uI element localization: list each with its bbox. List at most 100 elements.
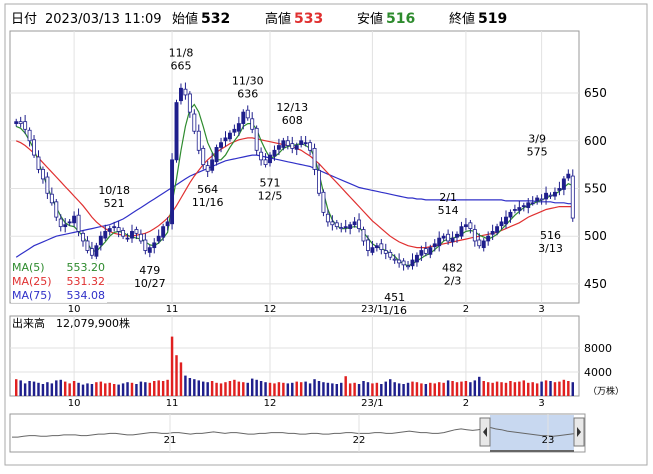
price-x-tick-label: 2 (463, 304, 469, 315)
ma-legend-value: 534.08 (67, 289, 106, 302)
volume-bar (41, 384, 45, 396)
annotation-value: 521 (104, 197, 125, 210)
volume-bar (486, 382, 490, 396)
volume-bar (375, 382, 379, 396)
volume-bar (277, 382, 281, 396)
high-label: 高値 (265, 11, 291, 27)
volume-x-tick-label: 11 (166, 398, 179, 409)
ma-legend-value: 553.20 (67, 261, 106, 274)
candle-body (419, 250, 424, 256)
navigator-right-handle[interactable] (573, 417, 585, 447)
candle-body (245, 109, 250, 119)
volume-bar (451, 381, 454, 396)
volume-bar (527, 382, 530, 396)
volume-bar (509, 381, 512, 396)
annotation-date: 3/13 (538, 242, 563, 255)
candle-body (174, 102, 179, 161)
candle-body (406, 265, 410, 268)
candle-body (423, 248, 428, 254)
candle-body (290, 143, 295, 149)
volume-bar (429, 382, 432, 396)
volume-bar (112, 384, 116, 396)
candle-body (161, 226, 166, 238)
volume-bar (86, 383, 89, 396)
volume-bar (420, 383, 423, 396)
candle-body (441, 235, 446, 239)
volume-bar (139, 381, 143, 396)
volume-bar (210, 381, 214, 396)
volume-bar (108, 382, 111, 396)
volume-bar (193, 379, 196, 396)
candle-body (401, 260, 406, 266)
candle-body (557, 188, 562, 191)
annotation-value: 571 (260, 176, 281, 189)
candle-body (504, 216, 508, 225)
volume-bar (23, 383, 27, 396)
annotation-date: 11/16 (192, 196, 224, 209)
annotation-value: 608 (282, 114, 303, 127)
volume-bar (237, 381, 241, 396)
volume-bar (299, 382, 303, 396)
candle-body (263, 159, 268, 166)
price-panel: 450 500 550 600 650 10/18521 11/8665 47910/27 5… (9, 30, 607, 317)
ma-legend-label: MA(75) (12, 289, 52, 302)
candle-body (303, 142, 308, 145)
volume-bar (135, 384, 138, 396)
candle-body (392, 258, 397, 261)
volume-y-tick-label: 8000 (584, 342, 612, 355)
volume-bar (522, 380, 526, 396)
volume-bar (433, 383, 436, 396)
candle-body (187, 93, 192, 113)
candle-body (330, 221, 335, 226)
price-y-tick-label: 650 (584, 86, 607, 100)
volume-bar (553, 382, 557, 396)
candle-body (103, 231, 108, 239)
volume-bar (353, 382, 356, 396)
volume-bar (366, 382, 370, 396)
volume-bar (442, 382, 445, 396)
close-label: 終値 (449, 11, 475, 27)
volume-bar (544, 380, 548, 396)
candle-body (236, 123, 241, 132)
candle-body (566, 173, 571, 179)
volume-bar (255, 379, 258, 396)
candle-body (205, 165, 210, 172)
annotation-value: 516 (540, 229, 561, 242)
high-value: 533 (294, 11, 323, 27)
volume-bar (562, 379, 566, 396)
candle-body (370, 247, 375, 253)
price-x-tick-label: 11 (166, 304, 179, 315)
candle-body (170, 159, 175, 225)
price-x-tick-label: 3 (538, 304, 544, 315)
candle-body (276, 145, 281, 150)
candle-body (143, 239, 148, 251)
navigator-selection[interactable] (490, 415, 574, 451)
candle-body (517, 207, 522, 211)
candle-body (138, 233, 143, 242)
volume-bar (99, 381, 103, 396)
ma-legend: MA(5) 553.20 MA(25) 531.32 MA(75) 534.08 (11, 259, 107, 303)
price-annotation: 57112/5 (258, 176, 283, 202)
candle-body (23, 121, 28, 130)
volume-bar (188, 378, 192, 396)
volume-bar (402, 384, 405, 396)
price-x-tick-label: 23/1 (361, 304, 383, 315)
navigator-left-handle[interactable] (479, 417, 491, 447)
candle-body (121, 230, 126, 237)
candle-body (437, 237, 442, 247)
volume-bar (460, 381, 463, 396)
candle-body (352, 221, 357, 226)
candle-body (526, 202, 531, 208)
candle-body (32, 139, 36, 156)
candle-body (357, 219, 362, 229)
candle-body (325, 213, 330, 223)
volume-bar (282, 382, 285, 396)
volume-bar (68, 383, 71, 396)
volume-bar (50, 383, 54, 396)
candle-body (125, 237, 130, 240)
candle-body (548, 194, 553, 197)
navigator-x-tick-label: 22 (353, 435, 366, 446)
candle-body (14, 121, 19, 124)
candle-body (499, 221, 504, 227)
volume-bar (246, 382, 249, 396)
